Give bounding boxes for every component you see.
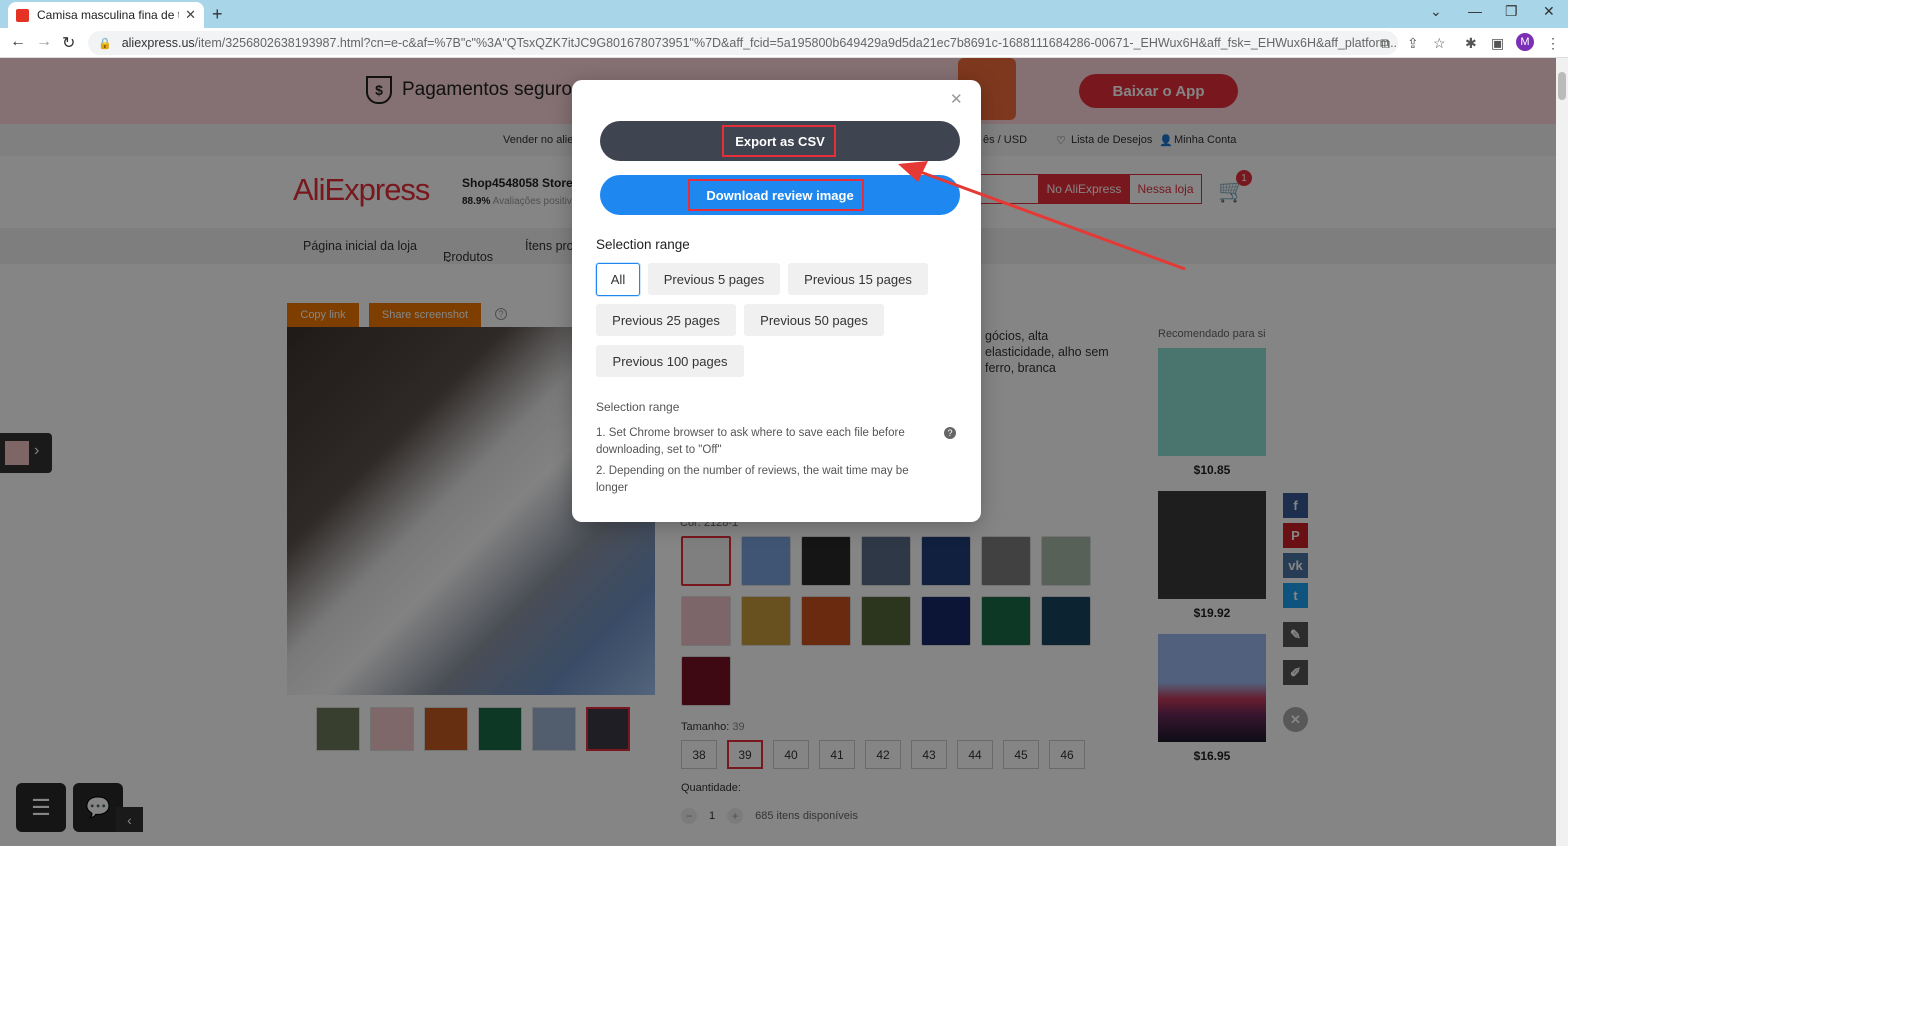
help-icon[interactable]: ? <box>944 427 956 439</box>
note-1: 1. Set Chrome browser to ask where to sa… <box>596 427 905 456</box>
highlight-box-export <box>722 125 836 157</box>
profile-avatar[interactable]: M <box>1516 33 1534 51</box>
reload-icon[interactable]: ↻ <box>62 33 75 53</box>
aliexpress-favicon-icon <box>16 8 29 22</box>
back-icon[interactable]: ← <box>10 33 26 51</box>
new-tab-icon[interactable]: + <box>212 4 223 25</box>
selection-range-subtitle: Selection range <box>596 400 680 414</box>
range-option-15[interactable]: Previous 15 pages <box>788 263 928 295</box>
url-path: /item/3256802638193987.html?cn=e-c&af=%7… <box>194 36 1398 50</box>
close-window-icon[interactable]: ✕ <box>1543 3 1555 20</box>
translate-icon[interactable]: ⧉ <box>1380 35 1390 52</box>
chrome-menu-icon[interactable]: ⋮ <box>1546 35 1560 52</box>
note-2: 2. Depending on the number of reviews, t… <box>596 465 909 494</box>
tab-close-icon[interactable]: ✕ <box>185 7 196 23</box>
minimize-icon[interactable]: — <box>1468 3 1482 19</box>
extensions-icon[interactable]: ✱ <box>1465 35 1477 52</box>
url-host: aliexpress.us <box>121 36 195 50</box>
export-reviews-dialog: ✕ Export as CSV Download review image Se… <box>572 80 981 522</box>
range-option-all[interactable]: All <box>596 263 640 296</box>
restore-icon[interactable]: ❐ <box>1505 3 1518 20</box>
scrollbar-thumb[interactable] <box>1558 72 1566 100</box>
browser-toolbar: ← → ↻ 🔒 aliexpress.us/item/3256802638193… <box>0 28 1568 58</box>
range-option-100[interactable]: Previous 100 pages <box>596 345 744 377</box>
highlight-box-download <box>688 179 864 211</box>
range-option-5[interactable]: Previous 5 pages <box>648 263 780 295</box>
bookmark-star-icon[interactable]: ☆ <box>1433 35 1446 52</box>
address-bar[interactable]: 🔒 aliexpress.us/item/3256802638193987.ht… <box>88 31 1398 55</box>
tab-title: Camisa masculina fina de trab <box>37 8 179 22</box>
page-content: $ Pagamentos seguro Baixar o App Vender … <box>0 58 1556 846</box>
close-icon[interactable]: ✕ <box>950 90 963 108</box>
selection-range-title: Selection range <box>596 237 690 252</box>
range-option-25[interactable]: Previous 25 pages <box>596 304 736 336</box>
tab-search-icon[interactable]: ⌄ <box>1430 3 1442 20</box>
side-panel-icon[interactable]: ▣ <box>1491 35 1504 52</box>
forward-icon[interactable]: → <box>36 33 52 51</box>
range-option-50[interactable]: Previous 50 pages <box>744 304 884 336</box>
browser-tab[interactable]: Camisa masculina fina de trab ✕ <box>8 2 204 28</box>
page-scrollbar[interactable] <box>1556 58 1568 846</box>
lock-icon: 🔒 <box>98 37 112 50</box>
browser-tab-bar: Camisa masculina fina de trab ✕ + ⌄ — ❐ … <box>0 0 1568 28</box>
share-icon[interactable]: ⇪ <box>1407 35 1419 52</box>
